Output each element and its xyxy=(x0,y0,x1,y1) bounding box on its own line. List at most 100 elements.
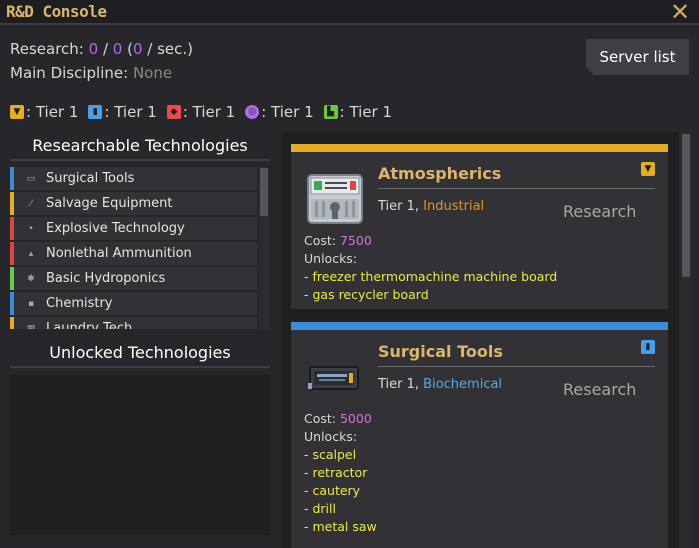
cost-label: Cost: xyxy=(304,411,340,426)
discipline-value: None xyxy=(132,64,173,82)
tier-discipline: Industrial xyxy=(423,199,485,214)
title-bar: R&D Console ✕ xyxy=(0,0,699,25)
category-stripe xyxy=(10,217,14,240)
grenade-icon: • xyxy=(28,223,34,234)
unlock-item: - cautery xyxy=(304,483,361,498)
engineering-icon: ▙ xyxy=(323,105,338,119)
unlocked-heading: Unlocked Technologies xyxy=(10,343,270,368)
beaker-icon: ▪ xyxy=(27,298,35,309)
unlock-item: - gas recycler board xyxy=(304,287,429,302)
tech-tier: Tier 1, Biochemical xyxy=(378,377,502,392)
researchable-list: ▭ Surgical Tools ⁄ Salvage Equipment • E… xyxy=(10,167,270,329)
window-title: R&D Console xyxy=(6,2,107,21)
server-list-button[interactable]: Server list xyxy=(586,39,689,75)
divider xyxy=(378,366,655,367)
tech-title: Atmospherics xyxy=(378,164,502,183)
tech-row-basic-hydroponics[interactable]: ✱ Basic Hydroponics xyxy=(10,267,257,290)
research-rate-open: ( xyxy=(122,40,133,58)
category-stripe xyxy=(10,317,14,329)
research-rate: 0 xyxy=(132,40,143,58)
tech-row-nonlethal-ammunition[interactable]: ▴ Nonlethal Ammunition xyxy=(10,242,257,265)
tech-tier: Tier 1, Industrial xyxy=(378,199,484,214)
surgical-tools-icon xyxy=(308,366,359,390)
tier-text: Tier 1, xyxy=(378,377,424,392)
cost-value: 7500 xyxy=(339,233,372,248)
tier-label: : Tier 1 xyxy=(104,103,157,121)
category-stripe xyxy=(10,192,14,215)
crowbar-icon: ⁄ xyxy=(30,198,32,209)
unlocks-label: Unlocks: xyxy=(304,251,358,266)
tech-row-explosive-technology[interactable]: • Explosive Technology xyxy=(10,217,257,240)
research-slash: / xyxy=(98,40,113,58)
tech-name: Salvage Equipment xyxy=(46,196,173,211)
cost-value: 5000 xyxy=(339,411,372,426)
tech-row-surgical-tools[interactable]: ▭ Surgical Tools xyxy=(10,167,257,190)
freezer-machine-icon xyxy=(307,174,363,224)
ammo-icon: ▴ xyxy=(28,248,34,259)
research-rate-unit: / sec.) xyxy=(142,40,194,58)
cost-line: Cost: 7500 xyxy=(304,232,557,250)
tier-text: Tier 1, xyxy=(378,199,424,214)
tech-name: Explosive Technology xyxy=(46,221,185,236)
category-stripe xyxy=(10,292,14,315)
tech-row-laundry-tech[interactable]: ▦ Laundry Tech xyxy=(10,317,257,329)
research-points-line: Research: 0 / 0 (0 / sec.) xyxy=(10,40,193,58)
divider xyxy=(378,188,655,189)
research-points: 0 xyxy=(88,40,99,58)
detail-scrollbar[interactable] xyxy=(681,132,691,548)
discipline-label: Main Discipline: xyxy=(10,64,133,82)
tier-label: : Tier 1 xyxy=(26,103,79,121)
tech-name: Chemistry xyxy=(46,296,113,311)
scrollbar-thumb[interactable] xyxy=(260,168,268,216)
research-button[interactable]: Research xyxy=(563,202,643,224)
tier-item-industrial: ▼ : Tier 1 xyxy=(10,103,78,121)
security-icon: ◆ xyxy=(166,105,181,119)
biochemical-icon: ▮ xyxy=(641,340,655,354)
tier-item-bluespace: ◎ : Tier 1 xyxy=(245,103,314,121)
biochemical-icon: ▮ xyxy=(88,105,103,119)
category-stripe xyxy=(10,167,14,190)
tech-name: Nonlethal Ammunition xyxy=(46,246,192,261)
tech-detail-pane: Atmospherics ▼ Tier 1, Industrial Resear… xyxy=(282,132,679,548)
unlocks-label: Unlocks: xyxy=(304,429,358,444)
tech-card-surgical-tools: Surgical Tools ▮ Tier 1, Biochemical Res… xyxy=(291,322,668,548)
scrollbar-thumb[interactable] xyxy=(682,134,690,277)
industrial-icon: ▼ xyxy=(641,162,655,176)
unlock-item: - retractor xyxy=(304,465,368,480)
category-band xyxy=(291,322,668,330)
tech-name: Laundry Tech xyxy=(46,321,133,329)
unlocked-list xyxy=(10,375,270,535)
tech-row-chemistry[interactable]: ▪ Chemistry xyxy=(10,292,257,315)
close-icon[interactable]: ✕ xyxy=(669,0,691,24)
unlock-item: - drill xyxy=(304,501,336,516)
cost-label: Cost: xyxy=(304,233,340,248)
tier-item-security: ◆ : Tier 1 xyxy=(166,103,235,121)
industrial-icon: ▼ xyxy=(10,105,24,119)
unlock-item: - freezer thermomachine machine board xyxy=(304,269,558,284)
researchable-heading: Researchable Technologies xyxy=(10,136,270,161)
main-discipline-line: Main Discipline: None xyxy=(10,64,172,82)
researchable-scrollbar[interactable] xyxy=(259,167,269,329)
plant-icon: ✱ xyxy=(27,273,35,284)
tech-name: Basic Hydroponics xyxy=(46,271,166,286)
research-label: Research: xyxy=(10,40,89,58)
tech-card-atmospherics: Atmospherics ▼ Tier 1, Industrial Resear… xyxy=(291,144,668,309)
laundry-icon: ▦ xyxy=(26,323,36,330)
research-button[interactable]: Research xyxy=(563,380,643,402)
tech-details: Cost: 7500 Unlocks: - freezer thermomach… xyxy=(304,232,557,304)
tech-row-salvage-equipment[interactable]: ⁄ Salvage Equipment xyxy=(10,192,257,215)
tier-label: : Tier 1 xyxy=(261,103,314,121)
tech-name: Surgical Tools xyxy=(46,171,135,186)
tier-label: : Tier 1 xyxy=(339,103,393,121)
unlock-item: - scalpel xyxy=(304,447,357,462)
research-max: 0 xyxy=(112,40,123,58)
category-stripe xyxy=(10,267,14,290)
tier-item-biochemical: ▮ : Tier 1 xyxy=(88,103,157,121)
tier-item-engineering: ▙ : Tier 1 xyxy=(323,103,393,121)
tier-discipline: Biochemical xyxy=(423,377,503,392)
bluespace-icon: ◎ xyxy=(245,105,260,119)
category-band xyxy=(291,144,668,152)
tech-details: Cost: 5000 Unlocks: - scalpel - retracto… xyxy=(304,410,377,536)
unlock-item: - metal saw xyxy=(304,519,377,534)
category-stripe xyxy=(10,242,14,265)
